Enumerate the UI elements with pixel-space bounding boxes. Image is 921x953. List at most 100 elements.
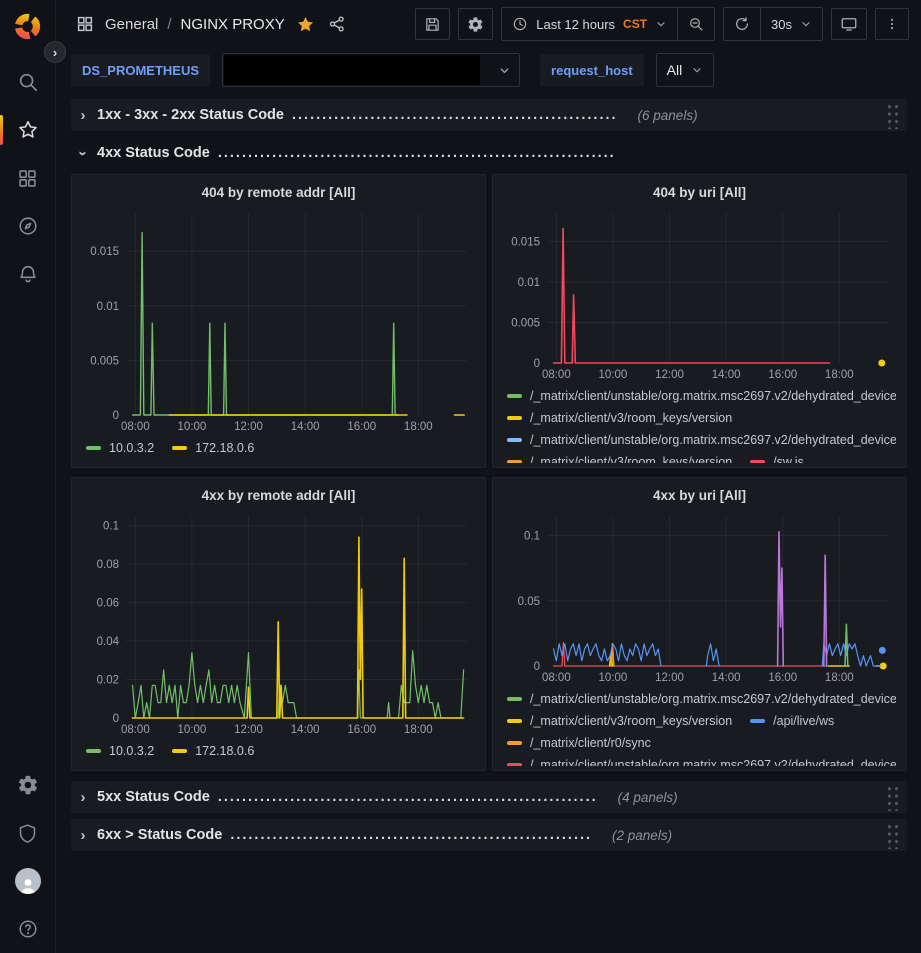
- row-title-dots: ........................................…: [218, 145, 616, 161]
- panel-title[interactable]: 404 by uri [All]: [653, 185, 746, 200]
- row-4xx[interactable]: › 4xx Status Code ......................…: [71, 137, 907, 169]
- row-title-dots: ........................................…: [230, 827, 592, 843]
- legend-item[interactable]: /_matrix/client/r0/sync: [507, 732, 651, 754]
- legend-item[interactable]: /_matrix/client/v3/room_keys/version: [507, 710, 732, 732]
- legend-item[interactable]: /_matrix/client/unstable/org.matrix.msc2…: [507, 754, 896, 766]
- legend-item[interactable]: 10.0.3.2: [86, 740, 154, 762]
- svg-text:0.005: 0.005: [511, 317, 540, 329]
- refresh-interval-picker[interactable]: 30s: [760, 8, 822, 40]
- panel: 4xx by uri [All]00.050.108:0010:0012:001…: [492, 477, 907, 771]
- svg-text:18:00: 18:00: [404, 724, 433, 736]
- row-title: 4xx Status Code: [97, 145, 210, 161]
- chevron-right-icon: ›: [77, 107, 89, 124]
- row-drag-handle[interactable]: [885, 821, 899, 849]
- panel-header[interactable]: 404 by uri [All]: [503, 179, 896, 205]
- panel-legend: /_matrix/client/unstable/org.matrix.msc2…: [503, 686, 896, 766]
- svg-text:0.05: 0.05: [518, 596, 540, 608]
- svg-text:10:00: 10:00: [178, 421, 207, 433]
- svg-text:18:00: 18:00: [825, 672, 854, 684]
- time-picker-group: Last 12 hours CST: [501, 7, 715, 41]
- variable-select-request-host[interactable]: All: [656, 53, 715, 87]
- sidebar-item-dashboards[interactable]: [10, 160, 46, 196]
- refresh-group: 30s: [723, 7, 823, 41]
- svg-text:14:00: 14:00: [712, 369, 741, 381]
- chart[interactable]: 00.0050.010.01508:0010:0012:0014:0016:00…: [82, 205, 475, 435]
- row-6xx[interactable]: › 6xx > Status Code ....................…: [71, 819, 907, 851]
- row-panel-count: (4 panels): [618, 790, 678, 805]
- time-range-picker[interactable]: Last 12 hours CST: [502, 8, 677, 40]
- user-avatar[interactable]: [10, 863, 46, 899]
- legend-item[interactable]: /_matrix/client/unstable/org.matrix.msc2…: [507, 429, 896, 451]
- legend-swatch: [507, 741, 522, 745]
- row-1xx-2xx-3xx[interactable]: › 1xx - 3xx - 2xx Status Code ..........…: [71, 99, 907, 131]
- row-5xx[interactable]: › 5xx Status Code ......................…: [71, 781, 907, 813]
- variable-label-ds-prometheus: DS_PROMETHEUS: [71, 54, 210, 86]
- refresh-button[interactable]: [724, 8, 760, 40]
- svg-text:12:00: 12:00: [655, 369, 684, 381]
- chevron-down-icon: ›: [75, 147, 92, 159]
- legend-label: 172.18.0.6: [195, 744, 254, 758]
- svg-text:16:00: 16:00: [347, 421, 376, 433]
- save-dashboard-button[interactable]: [415, 8, 450, 40]
- svg-text:08:00: 08:00: [542, 672, 571, 684]
- legend-swatch: [172, 446, 187, 450]
- row-drag-handle[interactable]: [885, 783, 899, 811]
- legend-label: 172.18.0.6: [195, 441, 254, 455]
- chart[interactable]: 00.0050.010.01508:0010:0012:0014:0016:00…: [503, 205, 896, 383]
- panel-title[interactable]: 4xx by uri [All]: [653, 488, 746, 503]
- tv-mode-button[interactable]: [831, 8, 867, 40]
- sidebar-item-explore[interactable]: [10, 208, 46, 244]
- kebab-menu-button[interactable]: [875, 8, 909, 40]
- svg-text:08:00: 08:00: [121, 421, 150, 433]
- legend-label: /_matrix/client/v3/room_keys/version: [530, 714, 732, 728]
- panel-title[interactable]: 404 by remote addr [All]: [202, 185, 356, 200]
- sidebar-item-server-admin[interactable]: [10, 815, 46, 851]
- sidebar-expand-button[interactable]: ›: [44, 41, 66, 63]
- legend-item[interactable]: /_matrix/client/v3/room_keys/version: [507, 407, 732, 429]
- zoom-out-time-button[interactable]: [677, 8, 714, 40]
- legend-item[interactable]: /_matrix/client/unstable/org.matrix.msc2…: [507, 688, 896, 710]
- variable-select-ds-prometheus[interactable]: [222, 53, 520, 87]
- panel-header[interactable]: 4xx by uri [All]: [503, 482, 896, 508]
- clock-icon: [512, 16, 528, 32]
- grafana-logo-icon[interactable]: [10, 8, 46, 44]
- share-icon[interactable]: [326, 13, 348, 35]
- favorite-star-icon[interactable]: [294, 13, 317, 36]
- panel-header[interactable]: 4xx by remote addr [All]: [82, 482, 475, 508]
- sidebar-item-configuration[interactable]: [10, 767, 46, 803]
- row-panel-count: (2 panels): [612, 828, 672, 843]
- sidebar-item-starred[interactable]: [10, 112, 46, 148]
- chart[interactable]: 00.050.108:0010:0012:0014:0016:0018:00: [503, 508, 896, 686]
- row-drag-handle[interactable]: [885, 101, 899, 129]
- search-icon[interactable]: [10, 64, 46, 100]
- legend-item[interactable]: /_matrix/client/v3/room_keys/version: [507, 451, 732, 463]
- legend-item[interactable]: /_matrix/client/unstable/org.matrix.msc2…: [507, 385, 896, 407]
- svg-text:14:00: 14:00: [291, 421, 320, 433]
- legend-label: /_matrix/client/v3/room_keys/version: [530, 455, 732, 463]
- panel-legend: /_matrix/client/unstable/org.matrix.msc2…: [503, 383, 896, 463]
- help-icon[interactable]: [10, 911, 46, 947]
- svg-text:0.015: 0.015: [90, 246, 119, 258]
- avatar: [15, 868, 41, 894]
- svg-text:16:00: 16:00: [347, 724, 376, 736]
- legend-item[interactable]: 172.18.0.6: [172, 437, 254, 459]
- legend-item[interactable]: 172.18.0.6: [172, 740, 254, 762]
- top-nav-actions: Last 12 hours CST 30s: [415, 7, 909, 41]
- top-nav: General / NGINX PROXY: [56, 0, 921, 48]
- chart[interactable]: 00.020.040.060.080.108:0010:0012:0014:00…: [82, 508, 475, 738]
- legend-item[interactable]: 10.0.3.2: [86, 437, 154, 459]
- svg-text:0.1: 0.1: [524, 531, 540, 543]
- legend-item[interactable]: /sw.js: [750, 451, 804, 463]
- panel-title[interactable]: 4xx by remote addr [All]: [202, 488, 356, 503]
- refresh-icon: [734, 16, 750, 32]
- breadcrumb-section[interactable]: General: [105, 16, 158, 33]
- legend-label: /_matrix/client/r0/sync: [530, 736, 651, 750]
- panel-header[interactable]: 404 by remote addr [All]: [82, 179, 475, 205]
- svg-text:0.08: 0.08: [97, 559, 119, 571]
- legend-item[interactable]: /api/live/ws: [750, 710, 834, 732]
- sidebar-item-alerting[interactable]: [10, 256, 46, 292]
- svg-text:0.01: 0.01: [97, 301, 119, 313]
- dashboard-settings-button[interactable]: [458, 8, 493, 40]
- app: › General / NGINX PROXY: [0, 0, 921, 953]
- legend-swatch: [507, 460, 522, 463]
